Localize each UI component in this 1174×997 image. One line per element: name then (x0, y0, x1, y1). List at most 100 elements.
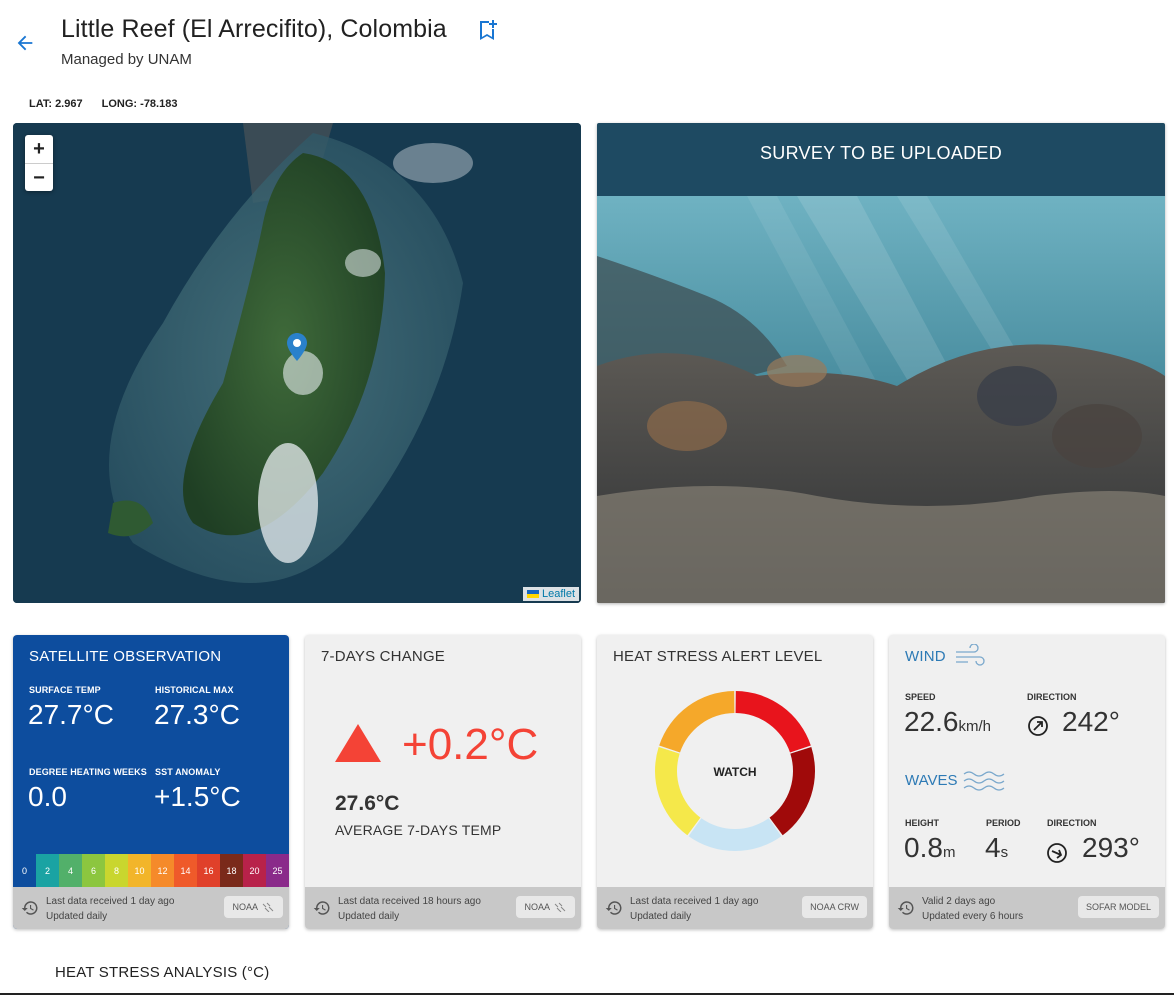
source-badge[interactable]: NOAA (224, 896, 283, 918)
alert-level-segment (688, 818, 782, 851)
height-label: HEIGHT (905, 818, 940, 828)
heat-stress-card: HEAT STRESS ALERT LEVEL WATCH Last data … (597, 635, 873, 929)
divider (0, 993, 1174, 995)
last-received: Last data received 18 hours ago (338, 896, 481, 907)
zoom-in-button[interactable]: + (25, 135, 53, 163)
scale-step: 2 (36, 854, 59, 887)
wind-direction-icon (1028, 716, 1048, 736)
history-icon (605, 901, 622, 915)
map-marker-icon[interactable] (287, 333, 307, 361)
change-value: +0.2°C (402, 720, 539, 769)
scale-step: 12 (151, 854, 174, 887)
average-temp-value: 27.6°C (335, 792, 400, 815)
height-value: 0.8m (904, 832, 955, 864)
source-label: NOAA (232, 902, 258, 912)
reef-map[interactable]: + − Leaflet (13, 123, 581, 603)
update-frequency: Updated daily (630, 911, 692, 922)
dhw-value: 0.0 (28, 781, 67, 812)
alert-level-segment (655, 747, 701, 836)
wind-waves-card: WIND SPEED 22.6km/h DIRECTION 242° WAVES… (889, 635, 1165, 929)
average-temp-label: AVERAGE 7-DAYS TEMP (335, 822, 502, 838)
waves-title: WAVES (905, 772, 958, 789)
sst-anomaly-value: +1.5°C (154, 781, 241, 812)
card-footer: Last data received 1 day ago Updated dai… (597, 887, 873, 929)
longitude: LONG: -78.183 (101, 98, 178, 110)
bookmark-add-icon[interactable] (477, 19, 497, 41)
speed-value: 22.6km/h (904, 706, 991, 738)
wind-title: WIND (905, 648, 946, 665)
survey-banner: SURVEY TO BE UPLOADED (597, 123, 1165, 196)
wind-direction-label: DIRECTION (1027, 692, 1077, 702)
satellite-observation-card: SATELLITE OBSERVATION SURFACE TEMP 27.7°… (13, 635, 289, 929)
scale-step: 0 (13, 854, 36, 887)
source-label: NOAA (524, 902, 550, 912)
leaflet-link[interactable]: Leaflet (542, 588, 575, 600)
surface-temp-label: SURFACE TEMP (29, 685, 101, 695)
history-icon (313, 901, 330, 915)
source-badge[interactable]: SOFAR MODEL (1077, 896, 1159, 918)
history-icon (21, 901, 38, 915)
wave-direction-icon (1047, 843, 1067, 863)
scale-step: 8 (105, 854, 128, 887)
waves-icon (963, 771, 1005, 791)
heat-stress-analysis-heading: HEAT STRESS ANALYSIS (°C) (55, 964, 270, 981)
period-label: PERIOD (986, 818, 1021, 828)
scale-step: 4 (59, 854, 82, 887)
wind-icon (956, 644, 985, 666)
seven-days-change-card: 7-DAYS CHANGE +0.2°C 27.6°C AVERAGE 7-DA… (305, 635, 581, 929)
footer-text: Last data received 1 day ago Updated dai… (46, 894, 174, 924)
dhw-color-scale: 0 2 4 6 8 10 12 14 16 18 20 25 (13, 854, 289, 887)
update-frequency: Updated every 6 hours (922, 911, 1024, 922)
ukraine-flag-icon (526, 590, 539, 598)
back-arrow-icon[interactable] (14, 32, 36, 54)
historical-max-value: 27.3°C (154, 699, 240, 730)
source-label: SOFAR MODEL (1085, 902, 1151, 912)
source-label: NOAA CRW (810, 902, 859, 912)
height-unit: m (942, 844, 956, 861)
map-attribution[interactable]: Leaflet (522, 587, 579, 601)
last-received: Last data received 1 day ago (630, 896, 759, 907)
alert-level-segment (735, 691, 811, 753)
sst-anomaly-label: SST ANOMALY (155, 767, 221, 777)
latitude: LAT: 2.967 (29, 98, 83, 110)
satellite-imagery (13, 123, 581, 603)
height-number: 0.8 (904, 832, 943, 863)
speed-label: SPEED (905, 692, 936, 702)
footer-text: Valid 2 days ago Updated every 6 hours (922, 894, 1023, 924)
dhw-label: DEGREE HEATING WEEKS (29, 767, 147, 777)
scale-step: 6 (82, 854, 105, 887)
card-footer: Last data received 1 day ago Updated dai… (13, 887, 289, 929)
source-badge[interactable]: NOAA CRW (802, 896, 867, 918)
card-footer: Valid 2 days ago Updated every 6 hours S… (889, 887, 1165, 929)
speed-unit: km/h (958, 718, 992, 735)
trend-up-icon (335, 724, 381, 762)
alert-level-donut: WATCH (655, 691, 815, 851)
period-unit: s (1000, 844, 1009, 861)
wind-direction-value: 242° (1062, 706, 1120, 737)
alert-level-segment (659, 691, 735, 753)
scale-step: 14 (174, 854, 197, 887)
zoom-out-button[interactable]: − (25, 163, 53, 191)
alert-level-label: WATCH (713, 765, 756, 779)
period-number: 4 (985, 832, 1001, 863)
scale-step: 16 (197, 854, 220, 887)
satellite-icon (554, 902, 566, 912)
speed-number: 22.6 (904, 706, 959, 737)
satellite-icon (262, 902, 274, 912)
source-badge[interactable]: NOAA (516, 896, 575, 918)
update-frequency: Updated daily (338, 911, 400, 922)
scale-step: 10 (128, 854, 151, 887)
page-title: Little Reef (El Arrecifito), Colombia (61, 15, 447, 43)
period-value: 4s (985, 832, 1008, 864)
last-received: Valid 2 days ago (922, 896, 996, 907)
footer-text: Last data received 1 day ago Updated dai… (630, 894, 758, 924)
alert-level-segment (769, 747, 815, 836)
history-icon (897, 901, 914, 915)
underwater-reef-image (597, 196, 1165, 603)
card-title: 7-DAYS CHANGE (321, 648, 446, 665)
historical-max-label: HISTORICAL MAX (155, 685, 234, 695)
survey-panel: SURVEY TO BE UPLOADED (597, 123, 1165, 603)
scale-step: 25 (266, 854, 289, 887)
scale-step: 20 (243, 854, 266, 887)
card-title: SATELLITE OBSERVATION (29, 648, 222, 665)
